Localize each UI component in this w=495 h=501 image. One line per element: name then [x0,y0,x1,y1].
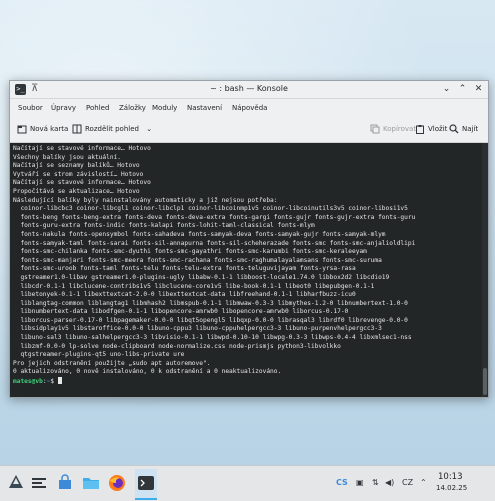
terminal-line: fonts-nakula fonts-opensymbol fonts-saha… [13,230,386,238]
window-title: ~ : bash — Konsole [210,84,288,93]
prompt-symbol: $ [50,378,58,386]
new-tab-button[interactable]: Nová karta [17,123,68,136]
taskbar-konsole-active[interactable] [135,469,157,500]
clipboard-icon[interactable]: ▣ [356,478,364,488]
split-view-label: Rozdělit pohled [85,125,139,133]
prompt-user: mates@vb [13,378,43,386]
paste-button[interactable]: Vložit [415,123,447,136]
menu-moduly[interactable]: Moduly [152,103,177,113]
terminal-scrollbar[interactable] [482,143,488,397]
close-icon[interactable]: ✕ [472,83,485,96]
terminal-line: libetonyek-0.1-1 libexttextcat-2.0-0 lib… [13,291,356,299]
menu-soubor[interactable]: Soubor [18,103,43,113]
terminal-output: Načítají se stavové informace… Hotovo Vše… [13,145,415,387]
terminal-line: Všechny balíky jsou aktuální. [13,153,122,161]
terminal-line: fonts-guru-extra fonts-indic fonts-kalap… [13,222,315,230]
split-view-button[interactable]: Rozdělit pohled ⌄ [72,123,152,136]
search-icon [449,124,459,134]
terminal-line: Propočítává se aktualizace… Hotovo [13,187,140,195]
menubar: Soubor Úpravy Pohled Záložky Moduly Nast… [10,99,488,117]
copy-icon [370,124,380,134]
minimize-icon[interactable]: ⌄ [440,83,453,96]
terminal-line: libuno-sal3 libuno-salhelpergcc3-3 libvi… [13,334,412,342]
paste-label: Vložit [428,125,448,133]
terminal-line: libcdr-0.1-1 libclucene-contribs1v5 libc… [13,282,375,290]
terminal-line: fonts-beng fonts-beng-extra fonts-deva f… [13,213,416,221]
terminal-line: 0 aktualizováno, 0 nově instalováno, 0 k… [13,368,282,376]
terminal-line: fonts-smc-uroob fonts-taml fonts-telu fo… [13,265,356,273]
find-label: Najít [462,125,479,133]
chevron-down-icon[interactable]: ⌄ [146,125,152,133]
file-manager-icon[interactable] [82,474,100,492]
application-launcher-icon[interactable] [7,474,25,492]
terminal-area[interactable]: Načítají se stavové informace… Hotovo Vše… [10,143,482,397]
menu-upravy[interactable]: Úpravy [51,103,76,113]
terminal-line: qtgstreamer-plugins-qt5 uno-libs-private… [13,351,185,359]
menu-napoveda[interactable]: Nápověda [232,103,267,113]
menu-pohled[interactable]: Pohled [86,103,109,113]
terminal-line: libzmf-0.0-0 lp-solve node-clipboard nod… [13,342,341,350]
terminal-line: fonts-samyak-taml fonts-sarai fonts-sil-… [13,239,416,247]
terminal-line: Načítají se stavové informace… Hotovo [13,145,151,152]
split-view-icon [72,124,82,134]
keyboard-layout-indicator[interactable]: CS [336,478,348,488]
toolbar: Nová karta Rozdělit pohled ⌄ Kopírovat V… [10,117,488,143]
terminal-line: liblangtag-common liblangtag1 libmhash2 … [13,299,408,307]
terminal-line: Následující balíky byly nainstalovány au… [13,196,278,204]
maximize-icon[interactable]: ⌃ [456,83,469,96]
terminal-line: liborcus-parser-0.17-0 libpagemaker-0.0-… [13,316,408,324]
konsole-window: >_ ⊼ ~ : bash — Konsole ⌄ ⌃ ✕ Soubor Úpr… [9,80,489,398]
terminal-line: gstreamer1.0-libav gstreamer1.0-plugins-… [13,273,390,281]
window-titlebar[interactable]: >_ ⊼ ~ : bash — Konsole ⌄ ⌃ ✕ [10,81,488,99]
menu-zalozky[interactable]: Záložky [119,103,146,113]
find-button[interactable]: Najít [449,123,478,136]
terminal-line: fonts-smc-chilanka fonts-smc-dyuthi font… [13,248,367,256]
terminal-line: fonts-smc-manjari fonts-smc-meera fonts-… [13,256,382,264]
clock-time[interactable]: 10:13 [438,472,463,482]
copy-button[interactable]: Kopírovat [370,123,416,136]
menu-nastaveni[interactable]: Nastavení [187,103,222,113]
virtual-desktops-icon[interactable] [30,474,48,492]
copy-label: Kopírovat [383,125,417,133]
konsole-taskbar-icon [138,476,154,490]
taskbar: CS ▣ ⇅ ◀) CZ ⌃ 10:13 14.02.25 [0,465,495,501]
terminal-line: libsidplay1v5 libstaroffice-0.0-0 libuno… [13,325,382,333]
terminal-line: coinor-libcbc3 coinor-libcgl1 coinor-lib… [13,205,408,213]
discover-store-icon[interactable] [56,474,74,492]
text-cursor [57,377,62,385]
new-tab-label: Nová karta [30,125,69,133]
terminal-prompt[interactable]: mates@vb:~$ [13,377,415,387]
language-indicator[interactable]: CZ [402,478,413,488]
tray-expand-icon[interactable]: ⌃ [420,478,427,488]
scrollbar-thumb[interactable] [483,368,487,395]
terminal-line: Načítají se stavové informace… Hotovo [13,179,151,187]
volume-icon[interactable]: ◀) [385,478,394,488]
terminal-line: Načítají se seznamy balíků… Hotovo [13,162,140,170]
paste-icon [416,125,424,134]
clock-date[interactable]: 14.02.25 [436,484,467,492]
firefox-icon[interactable] [108,474,126,492]
terminal-line: libnumbertext-data libodfgen-0.1-1 libop… [13,308,349,316]
new-tab-icon [17,125,27,134]
network-icon[interactable]: ⇅ [372,478,379,488]
